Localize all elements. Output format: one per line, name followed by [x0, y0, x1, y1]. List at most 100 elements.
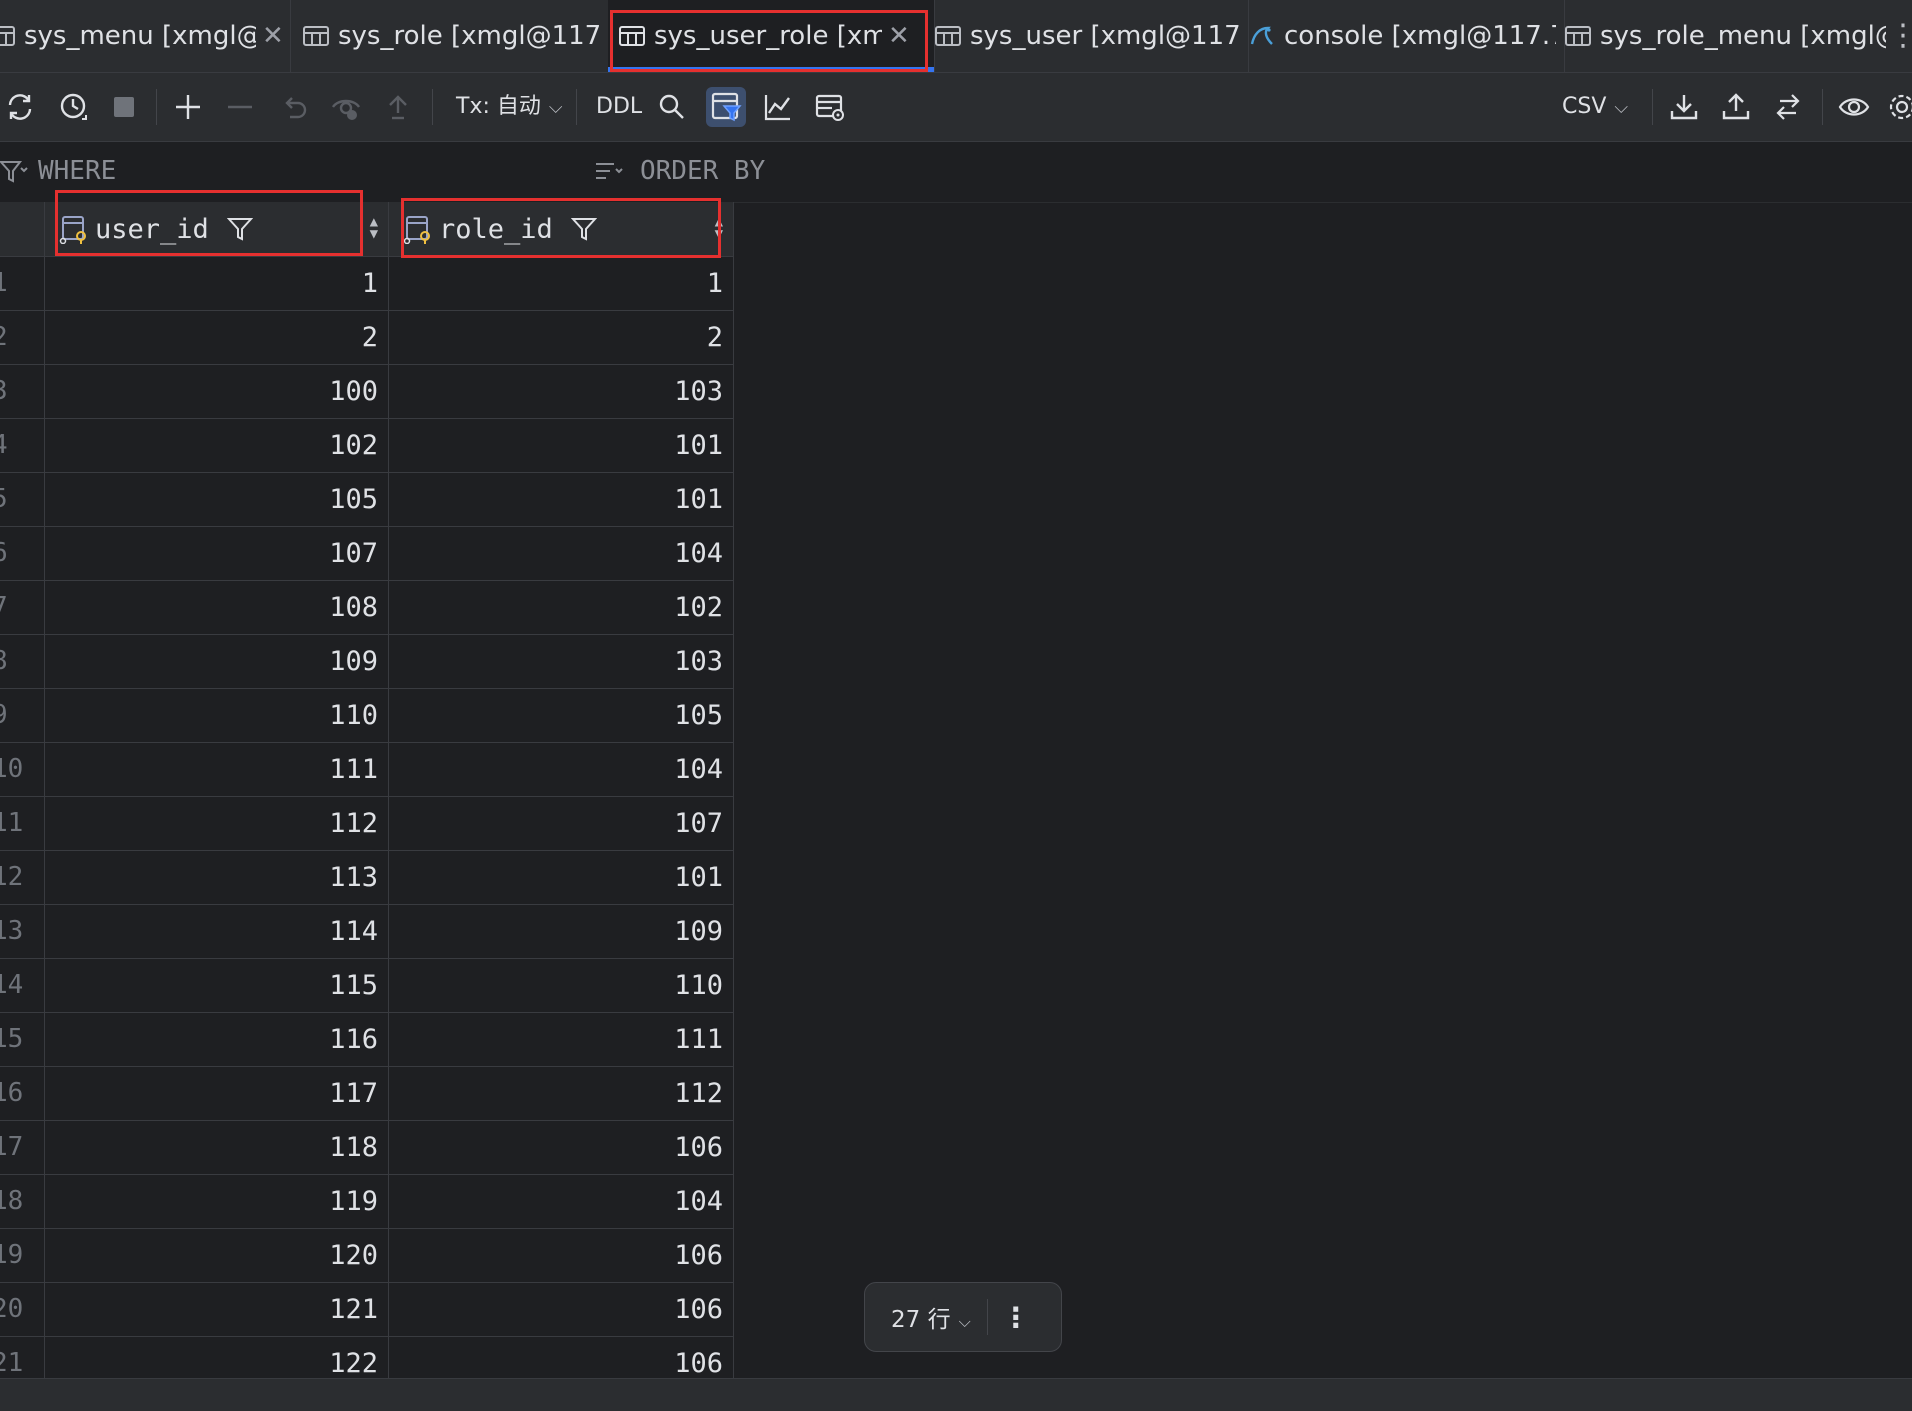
cell-user-id[interactable]: 100 — [45, 365, 389, 418]
cell-role-id[interactable]: 2 — [389, 311, 734, 364]
table-row[interactable]: 17118106 — [0, 1121, 734, 1175]
filter-icon[interactable] — [0, 158, 28, 186]
cell-user-id[interactable]: 119 — [45, 1175, 389, 1228]
sort-icon[interactable]: ▲ ▼ — [715, 215, 723, 241]
cell-user-id[interactable]: 118 — [45, 1121, 389, 1174]
more-options-icon[interactable]: ⋮ — [996, 1301, 1036, 1334]
column-header-role-id[interactable]: role_id ▲ ▼ — [389, 202, 734, 256]
table-row[interactable]: 11112107 — [0, 797, 734, 851]
cell-role-id[interactable]: 106 — [389, 1121, 734, 1174]
table-row[interactable]: 19120106 — [0, 1229, 734, 1283]
cell-role-id[interactable]: 110 — [389, 959, 734, 1012]
cell-user-id[interactable]: 117 — [45, 1067, 389, 1120]
cell-user-id[interactable]: 120 — [45, 1229, 389, 1282]
stop-button[interactable] — [104, 87, 144, 127]
chart-button[interactable] — [758, 87, 798, 127]
table-row[interactable]: 15116111 — [0, 1013, 734, 1067]
cell-user-id[interactable]: 109 — [45, 635, 389, 688]
table-row[interactable]: 12113101 — [0, 851, 734, 905]
table-row[interactable]: 21122106 — [0, 1337, 734, 1378]
refresh-button[interactable] — [0, 87, 40, 127]
horizontal-scrollbar-area[interactable] — [0, 1378, 1912, 1411]
cell-role-id[interactable]: 102 — [389, 581, 734, 634]
cell-role-id[interactable]: 104 — [389, 743, 734, 796]
cell-role-id[interactable]: 107 — [389, 797, 734, 850]
table-row[interactable]: 222 — [0, 311, 734, 365]
cell-role-id[interactable]: 112 — [389, 1067, 734, 1120]
cell-user-id[interactable]: 105 — [45, 473, 389, 526]
close-icon[interactable]: ✕ — [262, 21, 284, 51]
cell-user-id[interactable]: 115 — [45, 959, 389, 1012]
cell-role-id[interactable]: 111 — [389, 1013, 734, 1066]
cell-user-id[interactable]: 2 — [45, 311, 389, 364]
order-by-input[interactable]: ORDER BY — [640, 156, 765, 186]
preview-changes-button[interactable] — [326, 87, 366, 127]
cell-role-id[interactable]: 103 — [389, 635, 734, 688]
table-row[interactable]: 16117112 — [0, 1067, 734, 1121]
table-row[interactable]: 10111104 — [0, 743, 734, 797]
table-row[interactable]: 14115110 — [0, 959, 734, 1013]
submit-button[interactable] — [378, 87, 418, 127]
tab-sys-role-menu[interactable]: sys_role_menu [xmgl@ — [1554, 0, 1894, 72]
cell-role-id[interactable]: 109 — [389, 905, 734, 958]
cell-role-id[interactable]: 101 — [389, 851, 734, 904]
table-row[interactable]: 8109103 — [0, 635, 734, 689]
settings-button[interactable] — [1882, 87, 1912, 127]
close-icon[interactable]: ✕ — [888, 21, 910, 51]
cell-role-id[interactable]: 106 — [389, 1283, 734, 1336]
table-row[interactable]: 5105101 — [0, 473, 734, 527]
cell-role-id[interactable]: 106 — [389, 1337, 734, 1378]
cell-role-id[interactable]: 1 — [389, 257, 734, 310]
view-button[interactable] — [1834, 87, 1874, 127]
delete-row-button[interactable] — [220, 87, 260, 127]
cell-role-id[interactable]: 105 — [389, 689, 734, 742]
table-row[interactable]: 4102101 — [0, 419, 734, 473]
table-row[interactable]: 7108102 — [0, 581, 734, 635]
tab-console[interactable]: console [xmgl@117.72 — [1238, 0, 1565, 72]
import-button[interactable] — [1716, 87, 1756, 127]
tab-sys-user-role[interactable]: sys_user_role [xmgl( ✕ — [608, 0, 935, 72]
table-row[interactable]: 9110105 — [0, 689, 734, 743]
filter-icon[interactable] — [570, 216, 597, 242]
ddl-button[interactable]: DDL — [596, 87, 642, 127]
cell-user-id[interactable]: 116 — [45, 1013, 389, 1066]
filter-toggle-button[interactable] — [706, 87, 746, 127]
add-row-button[interactable] — [168, 87, 208, 127]
table-row[interactable]: 111 — [0, 257, 734, 311]
export-format-dropdown[interactable]: CSV ⌵ — [1562, 87, 1628, 127]
table-row[interactable]: 18119104 — [0, 1175, 734, 1229]
row-count-dropdown[interactable]: 27 行 ⌵ — [865, 1300, 971, 1334]
table-row[interactable]: 6107104 — [0, 527, 734, 581]
transaction-mode-dropdown[interactable]: Tx: 自动 ⌵ — [456, 87, 563, 127]
sort-lines-icon[interactable] — [594, 158, 626, 186]
export-button[interactable] — [1664, 87, 1704, 127]
cell-role-id[interactable]: 101 — [389, 473, 734, 526]
cell-user-id[interactable]: 111 — [45, 743, 389, 796]
search-button[interactable] — [652, 87, 692, 127]
sort-icon[interactable]: ▲ ▼ — [370, 215, 378, 241]
view-settings-button[interactable] — [810, 87, 850, 127]
cell-role-id[interactable]: 106 — [389, 1229, 734, 1282]
more-tabs-icon[interactable]: ⋮ — [1888, 16, 1912, 56]
cell-user-id[interactable]: 110 — [45, 689, 389, 742]
cell-user-id[interactable]: 108 — [45, 581, 389, 634]
cell-role-id[interactable]: 103 — [389, 365, 734, 418]
cell-role-id[interactable]: 104 — [389, 1175, 734, 1228]
cell-user-id[interactable]: 113 — [45, 851, 389, 904]
tab-sys-user[interactable]: sys_user [xmgl@117.72 — [924, 0, 1249, 72]
filter-icon[interactable] — [226, 216, 253, 242]
cell-user-id[interactable]: 114 — [45, 905, 389, 958]
table-row[interactable]: 3100103 — [0, 365, 734, 419]
where-filter-input[interactable]: WHERE — [38, 156, 116, 186]
tab-sys-role[interactable]: sys_role [xmgl@117.72 — [290, 0, 621, 72]
cell-user-id[interactable]: 102 — [45, 419, 389, 472]
cell-user-id[interactable]: 112 — [45, 797, 389, 850]
cell-user-id[interactable]: 107 — [45, 527, 389, 580]
cell-user-id[interactable]: 122 — [45, 1337, 389, 1378]
cell-user-id[interactable]: 121 — [45, 1283, 389, 1336]
cell-role-id[interactable]: 101 — [389, 419, 734, 472]
compare-button[interactable] — [1768, 87, 1808, 127]
table-row[interactable]: 13114109 — [0, 905, 734, 959]
table-row[interactable]: 20121106 — [0, 1283, 734, 1337]
cell-user-id[interactable]: 1 — [45, 257, 389, 310]
